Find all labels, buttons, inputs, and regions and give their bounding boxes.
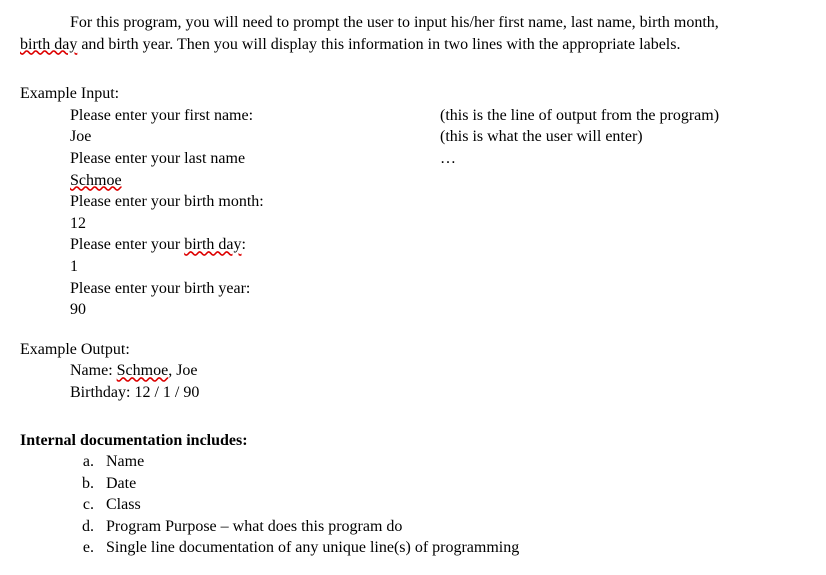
example-output-block: Name: Schmoe, Joe Birthday: 12 / 1 / 90 [70,360,806,403]
input-user-entry: Joe [70,126,440,148]
input-comment [440,191,806,213]
intro-line-2: birth day and birth year. Then you will … [20,34,806,56]
doc-letter: b. [70,473,106,495]
input-user-entry: 90 [70,299,440,321]
internal-doc-list: a. Name b. Date c. Class d. Program Purp… [70,451,806,559]
doc-text: Single line documentation of any unique … [106,537,806,559]
intro-paragraph: For this program, you will need to promp… [20,12,806,55]
input-prompt: Please enter your birth year: [70,278,440,300]
doc-item: c. Class [70,494,806,516]
input-comment: … [440,148,806,170]
input-comment [440,256,806,278]
input-prompt: Please enter your birth day: [70,234,440,256]
intro-rest: and birth year. Then you will display th… [77,36,680,53]
output-birthday-line: Birthday: 12 / 1 / 90 [70,382,806,404]
input-row: 1 [70,256,806,278]
doc-text: Name [106,451,806,473]
doc-text: Class [106,494,806,516]
input-user-entry: 1 [70,256,440,278]
doc-letter: a. [70,451,106,473]
output-name-line: Name: Schmoe, Joe [70,360,806,382]
input-prompt: Please enter your first name: [70,105,440,127]
input-comment [440,234,806,256]
intro-line-1: For this program, you will need to promp… [20,12,806,34]
input-row: 90 [70,299,806,321]
input-comment [440,170,806,192]
doc-letter: e. [70,537,106,559]
input-row: Please enter your first name: (this is t… [70,105,806,127]
input-comment [440,213,806,235]
example-input-block: Please enter your first name: (this is t… [70,105,806,321]
example-input-header: Example Input: [20,83,806,105]
input-row: Schmoe [70,170,806,192]
intro-squiggle: birth day [20,36,77,53]
input-row: Joe (this is what the user will enter) [70,126,806,148]
input-user-entry: Schmoe [70,170,440,192]
doc-text: Program Purpose – what does this program… [106,516,806,538]
doc-item: a. Name [70,451,806,473]
input-prompt: Please enter your last name [70,148,440,170]
input-row: Please enter your last name … [70,148,806,170]
input-row: Please enter your birth year: [70,278,806,300]
input-row: Please enter your birth day: [70,234,806,256]
example-output-header: Example Output: [20,339,806,361]
doc-item: b. Date [70,473,806,495]
input-user-entry: 12 [70,213,440,235]
doc-text: Date [106,473,806,495]
input-comment: (this is what the user will enter) [440,126,806,148]
input-row: Please enter your birth month: [70,191,806,213]
input-comment: (this is the line of output from the pro… [440,105,806,127]
doc-item: d. Program Purpose – what does this prog… [70,516,806,538]
doc-letter: d. [70,516,106,538]
internal-doc-header: Internal documentation includes: [20,430,806,452]
input-comment [440,278,806,300]
input-row: 12 [70,213,806,235]
input-prompt: Please enter your birth month: [70,191,440,213]
doc-item: e. Single line documentation of any uniq… [70,537,806,559]
doc-letter: c. [70,494,106,516]
input-comment [440,299,806,321]
